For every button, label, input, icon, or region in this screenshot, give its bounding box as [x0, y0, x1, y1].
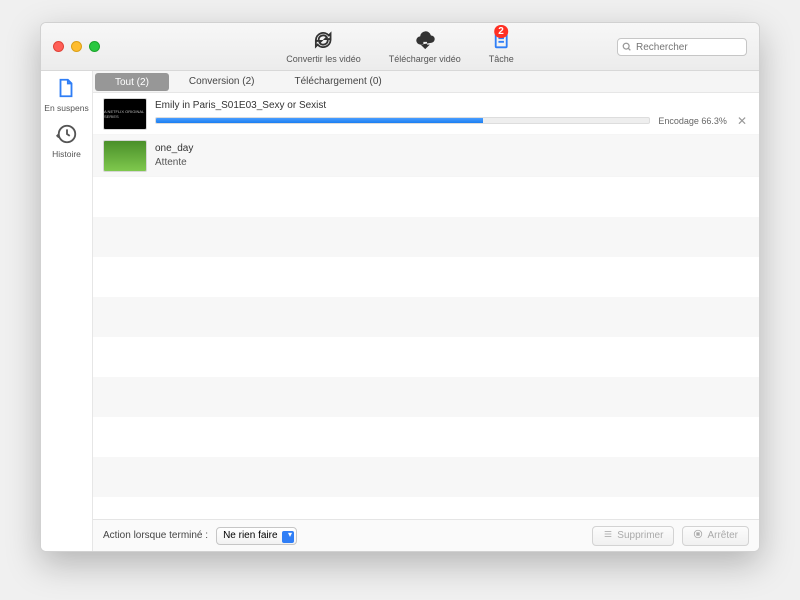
empty-row: [93, 257, 759, 297]
sidebar-item-label: Histoire: [52, 149, 81, 159]
action-when-done-select[interactable]: Ne rien faire: [216, 527, 297, 545]
sidebar-item-pending[interactable]: En suspens: [44, 77, 88, 113]
task-title: Emily in Paris_S01E03_Sexy or Sexist: [155, 100, 749, 111]
window-controls: [53, 41, 100, 52]
document-icon: [55, 77, 77, 101]
toolbar: Convertir les vidéo Télécharger vidéo 2 …: [286, 29, 514, 64]
empty-row: [93, 417, 759, 457]
empty-row: [93, 457, 759, 497]
main: Tout (2) Conversion (2) Téléchargement (…: [93, 71, 759, 551]
search-wrapper: [617, 37, 747, 57]
status-text: Attente: [155, 157, 749, 168]
titlebar: Convertir les vidéo Télécharger vidéo 2 …: [41, 23, 759, 71]
download-video-button[interactable]: Télécharger vidéo: [389, 29, 461, 64]
task-row[interactable]: A NETFLIX ORIGINAL SERIES Emily in Paris…: [93, 93, 759, 135]
refresh-icon: [312, 29, 334, 53]
thumbnail: A NETFLIX ORIGINAL SERIES: [103, 98, 147, 130]
cloud-download-icon: [414, 29, 436, 53]
tab-all[interactable]: Tout (2): [95, 73, 169, 91]
minimize-window-button[interactable]: [71, 41, 82, 52]
empty-row: [93, 377, 759, 417]
row-content: Emily in Paris_S01E03_Sexy or Sexist Enc…: [155, 100, 749, 128]
delete-button[interactable]: Supprimer: [592, 526, 674, 546]
app-window: Convertir les vidéo Télécharger vidéo 2 …: [40, 22, 760, 552]
body: En suspens Histoire Tout (2) Conversion …: [41, 71, 759, 551]
status-text: Encodage 66.3%: [658, 116, 727, 126]
thumbnail: [103, 140, 147, 172]
tabs: Tout (2) Conversion (2) Téléchargement (…: [93, 71, 759, 93]
progress-bar: [155, 117, 650, 124]
task-label: Tâche: [489, 54, 514, 64]
row-content: one_day Attente: [155, 143, 749, 168]
sidebar: En suspens Histoire: [41, 71, 93, 551]
maximize-window-button[interactable]: [89, 41, 100, 52]
convert-label: Convertir les vidéo: [286, 54, 361, 64]
download-label: Télécharger vidéo: [389, 54, 461, 64]
sidebar-item-history[interactable]: Histoire: [52, 123, 81, 159]
empty-row: [93, 217, 759, 257]
search-input[interactable]: [617, 38, 747, 56]
cancel-icon[interactable]: ✕: [735, 114, 749, 128]
task-badge: 2: [494, 25, 508, 38]
action-when-done-label: Action lorsque terminé :: [103, 530, 208, 541]
task-button[interactable]: 2 Tâche: [489, 29, 514, 64]
close-window-button[interactable]: [53, 41, 64, 52]
footer: Action lorsque terminé : Ne rien faire S…: [93, 519, 759, 551]
stop-icon: [693, 529, 703, 542]
progress-line: Encodage 66.3% ✕: [155, 114, 749, 128]
sidebar-item-label: En suspens: [44, 103, 88, 113]
task-list: A NETFLIX ORIGINAL SERIES Emily in Paris…: [93, 93, 759, 519]
history-icon: [56, 123, 78, 147]
stop-label: Arrêter: [707, 530, 738, 541]
task-title: one_day: [155, 143, 749, 154]
delete-label: Supprimer: [617, 530, 663, 541]
action-select-wrap: Ne rien faire: [216, 527, 297, 545]
empty-row: [93, 297, 759, 337]
task-row[interactable]: one_day Attente: [93, 135, 759, 177]
tab-conversion[interactable]: Conversion (2): [169, 71, 275, 92]
empty-row: [93, 177, 759, 217]
tab-download[interactable]: Téléchargement (0): [275, 71, 402, 92]
progress-fill: [156, 118, 483, 123]
list-icon: [603, 529, 613, 542]
empty-row: [93, 337, 759, 377]
stop-button[interactable]: Arrêter: [682, 526, 749, 546]
convert-video-button[interactable]: Convertir les vidéo: [286, 29, 361, 64]
